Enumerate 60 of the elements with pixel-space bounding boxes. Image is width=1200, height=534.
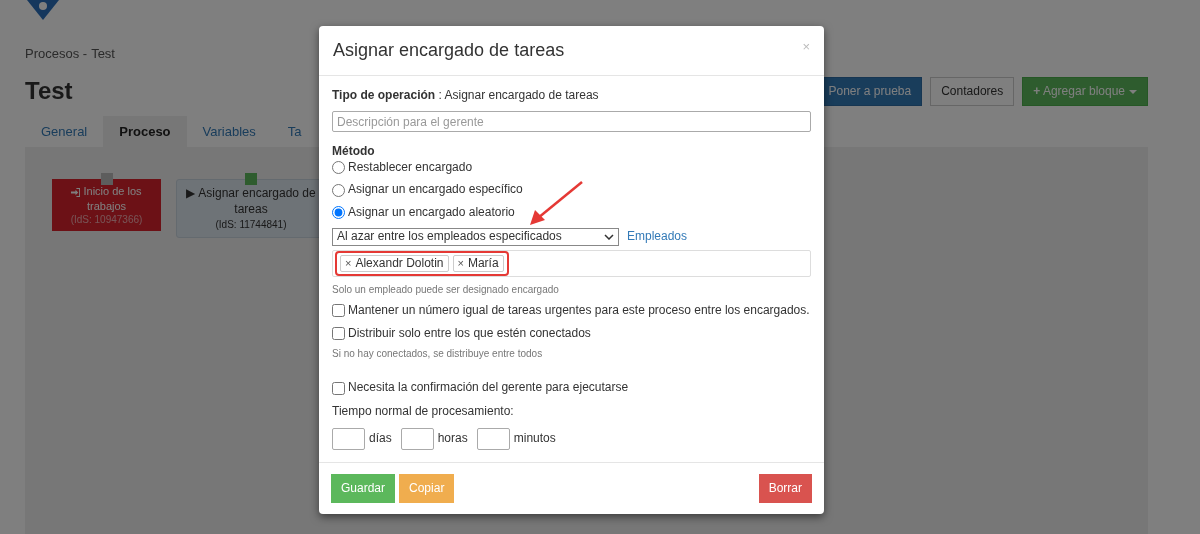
default-button[interactable]: Contadores [930, 76, 1015, 107]
checkbox[interactable] [332, 327, 345, 341]
hint-text: Si no hay conectados, se distribuye entre todos [332, 347, 544, 361]
tab[interactable]: Ta [271, 116, 318, 148]
time-label: Tiempo normal de procesamiento: [332, 403, 515, 420]
checkbox-label: Necesita la confirmación del gerente para ejecutarse [348, 380, 629, 396]
radio-button[interactable] [332, 183, 345, 197]
connector-port [245, 173, 257, 186]
radio-button[interactable] [332, 161, 345, 175]
close-button[interactable]: × [802, 40, 810, 53]
node-id: (IdS: 11744841) [214, 217, 288, 231]
dialog-title: Asignar encargado de tareas [333, 40, 565, 62]
radio-label: Asignar un encargado específico [348, 182, 523, 198]
radio-label: Asignar un encargado aleatorio [348, 204, 515, 221]
checkbox-label: Mantener un número igual de tareas urgentes para este proceso entre los encargados. [348, 303, 810, 319]
method-label: Método [332, 144, 376, 160]
breadcrumb-current: Test [91, 46, 115, 63]
tags-field[interactable]: × Alexandr Dolotin × María [332, 249, 811, 278]
plus-icon: + [1033, 83, 1041, 98]
time-input[interactable] [332, 427, 365, 450]
tab[interactable]: Proceso [103, 116, 187, 148]
page-title: Test [25, 77, 73, 107]
tag-name: María [467, 255, 499, 272]
employee-tag[interactable]: × María [452, 254, 504, 273]
time-input[interactable] [400, 427, 434, 450]
radio-button[interactable] [332, 206, 345, 220]
dropdown-value: Al azar entre los empleados especificados [337, 228, 562, 245]
employees-link[interactable]: Empleados [627, 228, 688, 245]
remove-tag-button[interactable]: × [457, 256, 464, 271]
save-button[interactable]: Guardar [331, 473, 396, 504]
connector-port [100, 173, 113, 186]
tag-name: Alexandr Dolotin [355, 255, 444, 272]
play-icon: ▶ [186, 186, 196, 201]
chevron-icon [604, 233, 614, 240]
description-field[interactable]: Descripción para el gerente [332, 111, 811, 133]
hint-text: Solo un empleado puede ser designado encargado [332, 283, 560, 297]
node-title: Inicio de los trabajos [83, 185, 142, 212]
success-button[interactable]: + Agregar bloque [1022, 76, 1148, 107]
node-title: Asignar encargado de tareas [198, 186, 316, 216]
checkbox-label: Distribuir solo entre los que estén conectados [348, 325, 591, 342]
tab[interactable]: General [25, 116, 104, 148]
node-id: (IdS: 10947366) [69, 212, 144, 226]
unit-label: días [369, 430, 392, 447]
start-node[interactable]: Inicio de los trabajos (IdS: 10947366) [52, 179, 161, 231]
checkbox[interactable] [332, 304, 345, 318]
annotation-arrow [530, 181, 583, 225]
remove-tag-button[interactable]: × [345, 256, 352, 271]
checkbox[interactable] [332, 381, 345, 395]
breadcrumb-link[interactable]: Procesos - [25, 46, 88, 63]
copy-button[interactable]: Copiar [399, 473, 455, 504]
employee-tag[interactable]: × Alexandr Dolotin [340, 254, 449, 273]
tab[interactable]: Variables [186, 116, 272, 148]
dropdown-select[interactable]: Al azar entre los empleados especificados [332, 227, 619, 246]
delete-button[interactable]: Borrar [758, 473, 812, 504]
operation-type-text: Tipo de operación : Asignar encargado de tareas [332, 87, 600, 104]
sign-in-icon [71, 187, 81, 197]
unit-label: horas [437, 430, 468, 447]
time-input[interactable] [476, 427, 510, 450]
unit-label: minutos [513, 430, 556, 447]
radio-label: Restablecer encargado [348, 159, 473, 176]
